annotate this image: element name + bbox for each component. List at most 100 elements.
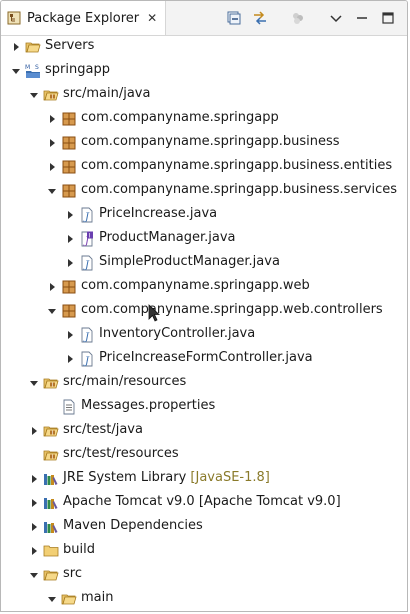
collapsed-arrow-icon[interactable] bbox=[29, 426, 39, 436]
collapse-all-icon[interactable] bbox=[223, 7, 245, 29]
tree-item-label: build bbox=[63, 542, 95, 557]
tree-item[interactable]: JRE System Library [JavaSE-1.8] bbox=[1, 467, 407, 491]
folder-open-icon bbox=[25, 39, 41, 55]
library-icon bbox=[43, 519, 59, 535]
tree-item-label: com.companyname.springapp.web.controller… bbox=[81, 302, 383, 317]
source-folder-icon bbox=[43, 423, 59, 439]
tree-item[interactable]: J InventoryController.java bbox=[1, 323, 407, 347]
collapsed-arrow-icon[interactable] bbox=[65, 258, 75, 268]
svg-text:M: M bbox=[25, 64, 30, 71]
collapsed-arrow-icon[interactable] bbox=[29, 522, 39, 532]
tree-item[interactable]: com.companyname.springapp bbox=[1, 107, 407, 131]
collapsed-arrow-icon[interactable] bbox=[29, 498, 39, 508]
collapsed-arrow-icon[interactable] bbox=[47, 114, 57, 124]
tree-item[interactable]: com.companyname.springapp.web bbox=[1, 275, 407, 299]
mouse-cursor-icon bbox=[148, 304, 161, 322]
tree-item[interactable]: Messages.properties bbox=[1, 395, 407, 419]
tree-item[interactable]: com.companyname.springapp.web.controller… bbox=[1, 299, 407, 323]
tree-item[interactable]: src/test/resources bbox=[1, 443, 407, 467]
tree-item[interactable]: M S springapp bbox=[1, 59, 407, 83]
tree-item-decoration: [JavaSE-1.8] bbox=[186, 470, 270, 485]
source-folder-icon bbox=[43, 447, 59, 463]
link-with-editor-icon[interactable] bbox=[249, 7, 271, 29]
tree-item-label: ProductManager.java bbox=[99, 230, 236, 245]
java-file-icon: J bbox=[79, 327, 95, 343]
source-folder-icon bbox=[43, 87, 59, 103]
package-explorer-tab[interactable]: Package Explorer ✕ bbox=[1, 1, 167, 35]
package-icon bbox=[61, 183, 77, 199]
tree-item-label: com.companyname.springapp.business.servi… bbox=[81, 182, 398, 197]
tree-item[interactable]: J PriceIncreaseFormController.java bbox=[1, 347, 407, 371]
package-icon bbox=[61, 303, 77, 319]
java-file-icon: J bbox=[79, 255, 95, 271]
tree-item-label: Apache Tomcat v9.0 [Apache Tomcat v9.0] bbox=[63, 494, 341, 509]
folder-icon bbox=[43, 543, 59, 559]
tree-item[interactable]: src/main/resources bbox=[1, 371, 407, 395]
package-icon bbox=[61, 159, 77, 175]
collapsed-arrow-icon[interactable] bbox=[65, 210, 75, 220]
tree-item-label: Maven Dependencies bbox=[63, 518, 203, 533]
tab-title: Package Explorer bbox=[27, 10, 140, 26]
tree-item-label: SimpleProductManager.java bbox=[99, 254, 280, 269]
properties-file-icon bbox=[61, 399, 77, 415]
tree-item[interactable]: J SimpleProductManager.java bbox=[1, 251, 407, 275]
expanded-arrow-icon[interactable] bbox=[47, 306, 57, 316]
collapsed-arrow-icon[interactable] bbox=[47, 138, 57, 148]
tree-item[interactable]: J I ProductManager.java bbox=[1, 227, 407, 251]
tree-item[interactable]: com.companyname.springapp.business bbox=[1, 131, 407, 155]
expanded-arrow-icon[interactable] bbox=[47, 594, 57, 604]
maven-project-icon: MS bbox=[25, 63, 41, 79]
java-interface-file-icon: JI bbox=[79, 231, 95, 247]
view-menu-icon[interactable] bbox=[325, 7, 347, 29]
expanded-arrow-icon[interactable] bbox=[47, 186, 57, 196]
expanded-arrow-icon[interactable] bbox=[29, 90, 39, 100]
collapsed-arrow-icon[interactable] bbox=[29, 546, 39, 556]
collapsed-arrow-icon[interactable] bbox=[11, 42, 21, 52]
svg-text:J: J bbox=[83, 332, 90, 343]
collapsed-arrow-icon[interactable] bbox=[47, 162, 57, 172]
view-toolbar bbox=[223, 1, 399, 35]
tree-item-label: JRE System Library [JavaSE-1.8] bbox=[63, 470, 270, 485]
tree-item[interactable]: Servers bbox=[1, 35, 407, 59]
filters-icon[interactable] bbox=[287, 7, 309, 29]
tree-item-label: PriceIncreaseFormController.java bbox=[99, 350, 313, 365]
tree-item[interactable]: com.companyname.springapp.business.servi… bbox=[1, 179, 407, 203]
collapsed-arrow-icon[interactable] bbox=[65, 354, 75, 364]
collapsed-arrow-icon[interactable] bbox=[29, 474, 39, 484]
tree-item-label: com.companyname.springapp.business bbox=[81, 134, 340, 149]
tree-item[interactable]: main bbox=[1, 587, 407, 611]
maximize-icon[interactable] bbox=[377, 7, 399, 29]
tree-item[interactable]: build bbox=[1, 539, 407, 563]
collapsed-arrow-icon[interactable] bbox=[65, 330, 75, 340]
tree-item[interactable]: src bbox=[1, 563, 407, 587]
view-tab-bar: Package Explorer ✕ bbox=[1, 1, 407, 36]
tree-item-label: src/test/java bbox=[63, 422, 143, 437]
tree-item[interactable]: Maven Dependencies bbox=[1, 515, 407, 539]
folder-open-icon bbox=[43, 567, 59, 583]
collapsed-arrow-icon[interactable] bbox=[65, 234, 75, 244]
svg-text:I: I bbox=[89, 233, 91, 240]
minimize-icon[interactable] bbox=[351, 7, 373, 29]
tree-item[interactable]: J PriceIncrease.java bbox=[1, 203, 407, 227]
tree-item[interactable]: Apache Tomcat v9.0 [Apache Tomcat v9.0] bbox=[1, 491, 407, 515]
svg-text:J: J bbox=[83, 212, 90, 223]
expanded-arrow-icon[interactable] bbox=[29, 378, 39, 388]
project-tree[interactable]: Servers M S springapp src/main/java com.compa… bbox=[1, 35, 407, 611]
tree-item-label: src/test/resources bbox=[63, 446, 179, 461]
tree-item-label: springapp bbox=[45, 62, 110, 77]
tree-item-label: Messages.properties bbox=[81, 398, 216, 413]
tree-item-label: src/main/java bbox=[63, 86, 151, 101]
package-explorer-view: Package Explorer ✕ Servers M S springapp… bbox=[0, 0, 408, 612]
library-icon bbox=[43, 495, 59, 511]
tree-item-label: main bbox=[81, 590, 114, 605]
close-icon[interactable]: ✕ bbox=[147, 11, 157, 25]
expanded-arrow-icon[interactable] bbox=[29, 570, 39, 580]
tree-item[interactable]: src/test/java bbox=[1, 419, 407, 443]
tree-item-label: com.companyname.springapp.web bbox=[81, 278, 310, 293]
tree-item[interactable]: src/main/java bbox=[1, 83, 407, 107]
svg-text:J: J bbox=[83, 356, 90, 367]
java-file-icon: J bbox=[79, 207, 95, 223]
collapsed-arrow-icon[interactable] bbox=[47, 282, 57, 292]
tree-item[interactable]: com.companyname.springapp.business.entit… bbox=[1, 155, 407, 179]
expanded-arrow-icon[interactable] bbox=[11, 66, 21, 76]
